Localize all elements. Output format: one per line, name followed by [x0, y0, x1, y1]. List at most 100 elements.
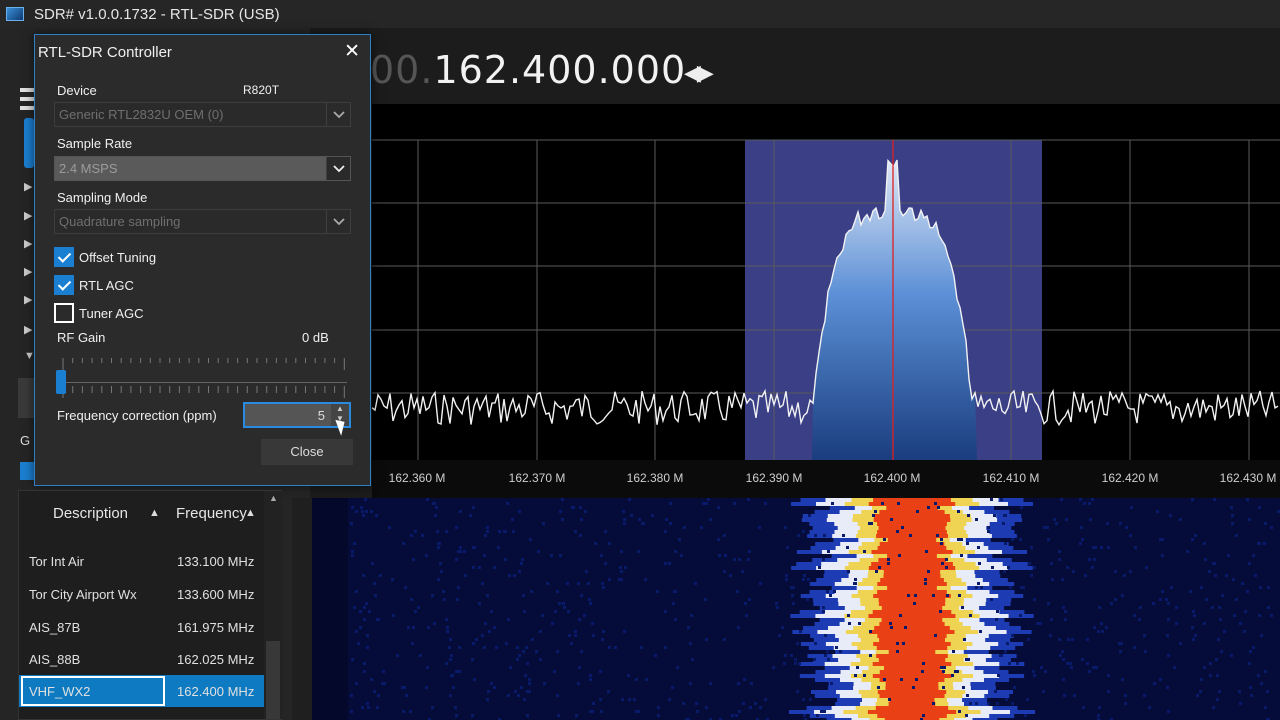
waterfall-noise	[557, 714, 560, 717]
waterfall-noise	[872, 514, 875, 517]
waterfall-noise	[942, 686, 945, 689]
frequency-display[interactable]: 00.162.400.000	[370, 48, 686, 92]
waterfall-noise	[816, 714, 819, 717]
column-header-description[interactable]: Description	[53, 505, 128, 522]
scroll-up-icon[interactable]: ▲	[269, 493, 278, 503]
checkbox-partial[interactable]	[20, 462, 34, 480]
waterfall-noise	[531, 638, 534, 641]
rf-gain-slider-ticks	[62, 358, 345, 398]
waterfall-noise	[1203, 666, 1206, 669]
waterfall-noise	[738, 710, 741, 713]
sort-ascending-icon[interactable]: ▲	[149, 507, 160, 519]
waterfall-noise	[694, 582, 697, 585]
axis-tick-label: 162.370 M	[508, 471, 566, 485]
waterfall-noise	[1148, 706, 1151, 709]
waterfall-noise	[1179, 642, 1182, 645]
waterfall-noise	[927, 570, 930, 573]
spectrum-analyzer[interactable]	[371, 104, 1280, 460]
waterfall-noise	[1166, 634, 1169, 637]
waterfall-noise	[878, 566, 881, 569]
waterfall-noise	[781, 626, 784, 629]
expand-arrow-icon[interactable]: ▶	[24, 293, 32, 306]
waterfall-band	[888, 702, 936, 706]
rf-gain-slider-thumb[interactable]	[56, 370, 66, 394]
chevron-down-icon[interactable]	[326, 157, 350, 180]
waterfall-noise	[1134, 546, 1137, 549]
expand-arrow-icon[interactable]: ▶	[24, 265, 32, 278]
waterfall-noise	[481, 582, 484, 585]
waterfall-noise	[1043, 526, 1046, 529]
rf-gain-slider-track[interactable]	[59, 382, 347, 383]
chevron-down-icon[interactable]	[326, 210, 350, 233]
waterfall-noise	[357, 642, 360, 645]
column-header-frequency[interactable]: Frequency	[176, 505, 247, 522]
list-scrollbar[interactable]: ▲	[264, 491, 282, 719]
waterfall-noise	[1165, 598, 1168, 601]
waterfall-noise	[520, 562, 523, 565]
sort-ascending-icon[interactable]: ▲	[245, 507, 256, 519]
sampling-mode-select[interactable]: Quadrature sampling	[54, 209, 351, 234]
expand-arrow-icon[interactable]: ▶	[24, 180, 32, 193]
waterfall-noise	[1095, 666, 1098, 669]
waterfall-band	[883, 574, 941, 578]
play-button-partial[interactable]	[24, 118, 34, 168]
waterfall-noise	[833, 590, 836, 593]
waterfall-noise	[994, 690, 997, 693]
waterfall-noise	[449, 638, 452, 641]
expand-arrow-icon[interactable]: ▶	[24, 323, 32, 336]
list-item[interactable]: AIS_87B 161.975 MHz	[19, 611, 264, 643]
waterfall-noise	[1019, 538, 1022, 541]
waterfall-noise	[1248, 562, 1251, 565]
waterfall-noise	[674, 618, 677, 621]
waterfall-noise	[579, 506, 582, 509]
sample-rate-select[interactable]: 2.4 MSPS	[54, 156, 351, 181]
expand-arrow-icon[interactable]: ▶	[24, 209, 32, 222]
waterfall-noise	[831, 502, 834, 505]
waterfall-noise	[875, 570, 878, 573]
list-item-description: AIS_87B	[29, 620, 81, 635]
waterfall-band	[871, 562, 953, 566]
waterfall-noise	[1194, 534, 1197, 537]
waterfall-band	[873, 642, 951, 646]
rtl-agc-checkbox[interactable]	[54, 275, 74, 295]
expand-arrow-icon[interactable]: ▶	[24, 237, 32, 250]
chevron-down-icon[interactable]	[326, 103, 350, 126]
list-item[interactable]: Tor Int Air 133.100 MHz	[19, 545, 264, 577]
tuning-arrows-icon[interactable]: ◀▶	[684, 60, 714, 86]
tuner-agc-checkbox[interactable]	[54, 303, 74, 323]
waterfall-noise	[1161, 590, 1164, 593]
list-item[interactable]: AIS_88B 162.025 MHz	[19, 643, 264, 675]
waterfall-band	[880, 578, 944, 582]
waterfall-noise	[504, 558, 507, 561]
waterfall-display[interactable]	[312, 498, 1280, 720]
waterfall-noise	[493, 626, 496, 629]
list-item[interactable]: Tor City Airport Wx 133.600 MHz	[19, 578, 264, 610]
waterfall-noise	[1030, 574, 1033, 577]
waterfall-noise	[486, 594, 489, 597]
waterfall-noise	[990, 598, 993, 601]
waterfall-noise	[363, 618, 366, 621]
waterfall-noise	[749, 706, 752, 709]
waterfall-noise	[822, 558, 825, 561]
waterfall-noise	[1072, 570, 1075, 573]
device-select-value: Generic RTL2832U OEM (0)	[59, 107, 224, 122]
close-icon[interactable]: ✕	[344, 40, 360, 63]
device-select[interactable]: Generic RTL2832U OEM (0)	[54, 102, 351, 127]
offset-tuning-checkbox[interactable]	[54, 247, 74, 267]
waterfall-noise	[382, 670, 385, 673]
waterfall-noise	[411, 642, 414, 645]
title-bar: SDR# v1.0.0.1732 - RTL-SDR (USB)	[0, 0, 1280, 28]
waterfall-noise	[425, 686, 428, 689]
waterfall-noise	[486, 698, 489, 701]
waterfall-noise	[528, 690, 531, 693]
waterfall-noise	[799, 630, 802, 633]
waterfall-noise	[690, 614, 693, 617]
waterfall-noise	[792, 602, 795, 605]
close-button[interactable]: Close	[261, 439, 353, 465]
waterfall-noise	[478, 602, 481, 605]
scrollbar-thumb[interactable]	[266, 641, 280, 719]
list-item-selected[interactable]: VHF_WX2 162.400 MHz	[19, 675, 264, 707]
waterfall-noise	[355, 590, 358, 593]
waterfall-noise	[1107, 674, 1110, 677]
frequency-correction-input[interactable]: 5 ▲ ▼	[243, 402, 351, 428]
